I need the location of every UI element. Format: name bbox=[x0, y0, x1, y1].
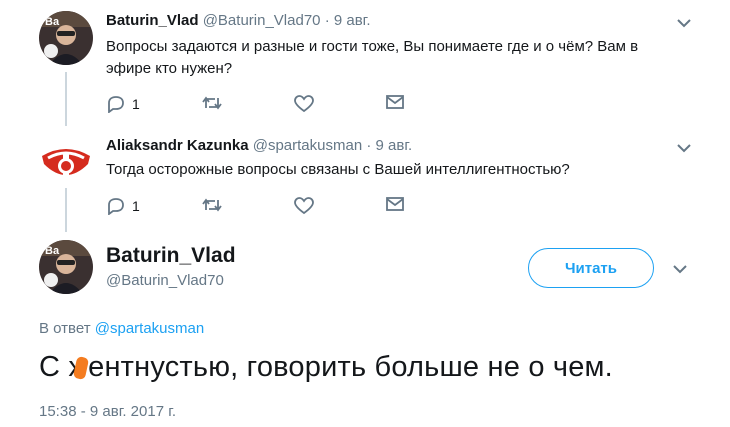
dm-button[interactable] bbox=[386, 95, 404, 109]
dm-icon bbox=[386, 95, 404, 109]
chevron-down-icon[interactable] bbox=[676, 142, 692, 154]
separator: · bbox=[366, 137, 372, 154]
like-button[interactable] bbox=[294, 197, 314, 215]
tweet-actions: 1 bbox=[106, 95, 426, 115]
retweet-icon bbox=[202, 198, 222, 212]
dm-icon bbox=[386, 197, 404, 211]
tweet-text: Вопросы задаются и разные и гости тоже, … bbox=[106, 38, 639, 77]
author-name[interactable]: Baturin_Vlad bbox=[106, 12, 199, 29]
dm-button[interactable] bbox=[386, 197, 404, 211]
svg-text:Ba: Ba bbox=[45, 16, 60, 28]
main-author-handle[interactable]: @Baturin_Vlad70 bbox=[106, 272, 224, 289]
retweet-icon bbox=[202, 96, 222, 110]
reply-button[interactable]: 1 bbox=[106, 197, 140, 215]
reply-context: В ответ @spartakusman bbox=[39, 320, 204, 337]
tweet[interactable]: Ba Baturin_Vlad @Baturin_Vlad70 · 9 авг.… bbox=[0, 0, 730, 125]
text-after-redaction: ентнустью, говорить больше не о чем. bbox=[88, 351, 613, 383]
tweet-text: Тогда осторожные вопросы связаны с Вашей… bbox=[106, 161, 570, 178]
like-button[interactable] bbox=[294, 95, 314, 113]
reply-prefix: В ответ bbox=[39, 320, 91, 337]
tweet-date[interactable]: 9 авг. bbox=[376, 137, 413, 154]
tweet[interactable]: Aliaksandr Kazunka @spartakusman · 9 авг… bbox=[0, 126, 730, 231]
main-author-name[interactable]: Baturin_Vlad bbox=[106, 244, 236, 268]
separator: · bbox=[324, 12, 330, 29]
reply-button[interactable]: 1 bbox=[106, 95, 140, 113]
reply-icon bbox=[108, 198, 124, 215]
retweet-button[interactable] bbox=[201, 95, 223, 111]
retweet-button[interactable] bbox=[201, 197, 223, 213]
reply-icon bbox=[108, 96, 124, 113]
author-handle[interactable]: @spartakusman bbox=[253, 137, 362, 154]
reply-mention-link[interactable]: @spartakusman bbox=[95, 320, 204, 337]
reply-count: 1 bbox=[132, 96, 140, 112]
tweet-timestamp[interactable]: 15:38 - 9 авг. 2017 г. bbox=[39, 403, 176, 420]
author-handle[interactable]: @Baturin_Vlad70 bbox=[203, 12, 321, 29]
avatar[interactable] bbox=[38, 142, 94, 186]
follow-button[interactable]: Читать bbox=[528, 248, 654, 288]
avatar[interactable]: Ba bbox=[39, 11, 93, 65]
tweet-actions: 1 bbox=[106, 197, 426, 217]
chevron-down-icon[interactable] bbox=[676, 17, 692, 29]
like-icon bbox=[294, 197, 314, 215]
chevron-down-icon[interactable] bbox=[672, 263, 688, 275]
main-tweet-text: С х ентнустью, говорить больше не о чем. bbox=[39, 351, 613, 384]
like-icon bbox=[294, 95, 314, 113]
author-name[interactable]: Aliaksandr Kazunka bbox=[106, 137, 249, 154]
tweet-header: Aliaksandr Kazunka @spartakusman · 9 авг… bbox=[106, 137, 412, 154]
reply-count: 1 bbox=[132, 198, 140, 214]
tweet-date[interactable]: 9 авг. bbox=[334, 12, 371, 29]
tweet-header: Baturin_Vlad @Baturin_Vlad70 · 9 авг. bbox=[106, 12, 371, 29]
svg-text:Ba: Ba bbox=[45, 245, 60, 257]
avatar[interactable]: Ba bbox=[39, 240, 93, 294]
